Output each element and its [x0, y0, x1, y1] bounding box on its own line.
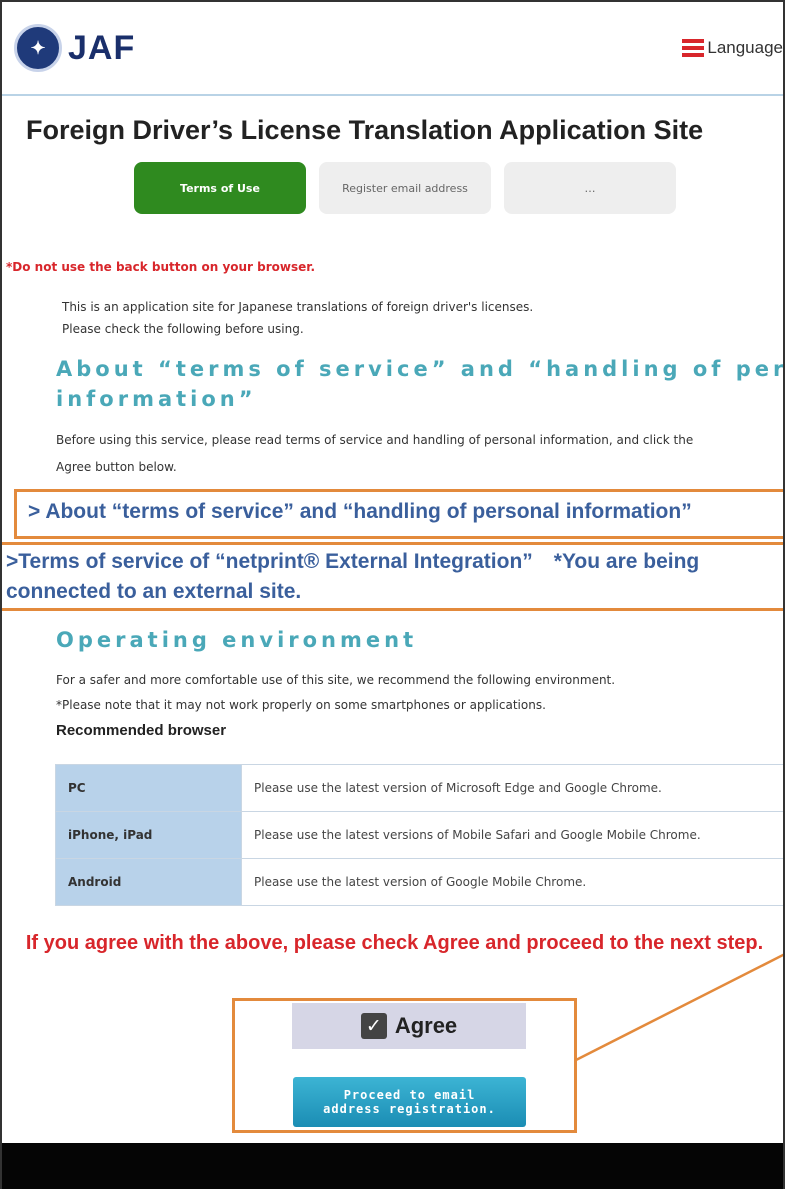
environment-paragraph: For a safer and more comfortable use of …: [56, 668, 783, 718]
jaf-emblem-icon: ✦: [14, 24, 62, 72]
intro-text: This is an application site for Japanese…: [62, 296, 533, 340]
table-row: Android Please use the latest version of…: [55, 858, 783, 906]
about-heading-line-2: information”: [56, 387, 257, 411]
bottom-bar: [2, 1143, 783, 1189]
page-frame: ✦ JAF Language Foreign Driver’s License …: [0, 0, 785, 1189]
table-row: iPhone, iPad Please use the latest versi…: [55, 811, 783, 859]
about-heading: About “terms of service” and “handling o…: [56, 354, 783, 414]
jaf-logo[interactable]: ✦ JAF: [14, 24, 135, 72]
step-terms-of-use: Terms of Use: [134, 162, 306, 214]
proceed-label-line-1: Proceed to email: [343, 1088, 476, 1102]
platform-cell: iPhone, iPad: [55, 811, 242, 859]
intro-line-1: This is an application site for Japanese…: [62, 300, 534, 314]
environment-heading: Operating environment: [56, 628, 418, 652]
proceed-button[interactable]: Proceed to email address registration.: [293, 1077, 526, 1127]
page-title: Foreign Driver’s License Translation App…: [26, 115, 704, 145]
platform-cell: PC: [55, 764, 242, 812]
note-cell: Please use the latest version of Google …: [241, 858, 783, 906]
intro-line-2: Please check the following before using.: [62, 322, 304, 336]
environment-paragraph-line-1: For a safer and more comfortable use of …: [56, 673, 616, 687]
callout-line: [575, 953, 783, 1062]
platform-cell: Android: [55, 858, 242, 906]
recommended-browser-label: Recommended browser: [56, 722, 227, 739]
site-header: ✦ JAF Language: [2, 2, 783, 96]
about-paragraph: Before using this service, please read t…: [56, 427, 783, 481]
agree-label: Agree: [394, 1013, 458, 1038]
language-label: Language: [707, 38, 783, 57]
note-cell: Please use the latest version of Microso…: [241, 764, 783, 812]
terms-of-service-link[interactable]: > About “terms of service” and “handling…: [28, 500, 692, 524]
about-heading-line-1: About “terms of service” and “handling o…: [56, 357, 783, 381]
logo-text: JAF: [68, 28, 136, 67]
checkmark-icon: ✓: [360, 1013, 387, 1039]
back-button-warning: *Do not use the back button on your brow…: [6, 260, 316, 274]
about-paragraph-line-2: Agree button below.: [56, 460, 177, 474]
menu-list-icon: [682, 39, 705, 57]
note-cell: Please use the latest versions of Mobile…: [241, 811, 783, 859]
step-next: …: [504, 162, 676, 214]
netprint-terms-link[interactable]: >Terms of service of “netprint® External…: [6, 547, 783, 607]
progress-steps: Terms of Use Register email address …: [134, 162, 676, 214]
environment-paragraph-line-2: *Please note that it may not work proper…: [56, 698, 546, 712]
browser-table: PC Please use the latest version of Micr…: [55, 764, 783, 906]
table-row: PC Please use the latest version of Micr…: [55, 764, 783, 812]
agree-checkbox[interactable]: ✓ Agree: [292, 1003, 526, 1049]
language-menu-button[interactable]: Language: [682, 38, 783, 58]
step-register-email: Register email address: [319, 162, 491, 214]
proceed-label-line-2: address registration.: [323, 1102, 496, 1116]
about-paragraph-line-1: Before using this service, please read t…: [56, 433, 694, 447]
